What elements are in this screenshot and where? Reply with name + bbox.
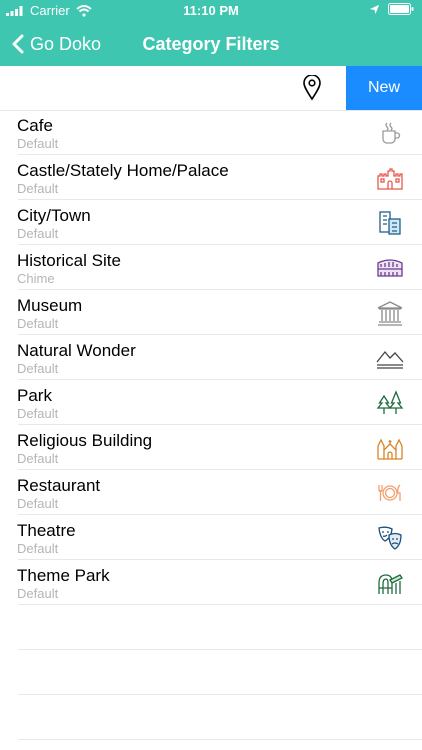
category-sound: Default bbox=[17, 361, 59, 376]
colosseum-icon bbox=[377, 259, 403, 277]
category-sound: Default bbox=[17, 541, 59, 556]
category-name: Theme Park bbox=[17, 566, 110, 585]
category-row-cafe[interactable]: Cafe Default bbox=[17, 110, 422, 155]
category-row-castle[interactable]: Castle/Stately Home/Palace Default bbox=[17, 155, 422, 200]
category-name: Theatre bbox=[17, 521, 76, 540]
category-name: Park bbox=[17, 386, 52, 405]
rollercoaster-icon bbox=[378, 574, 403, 594]
category-name: Castle/Stately Home/Palace bbox=[17, 161, 229, 180]
empty-row bbox=[18, 605, 422, 650]
category-row-restaurant[interactable]: Restaurant Default bbox=[17, 470, 422, 515]
category-row-city[interactable]: City/Town Default bbox=[17, 200, 422, 245]
category-name: Religious Building bbox=[17, 431, 153, 450]
category-sound: Default bbox=[17, 496, 59, 511]
empty-row bbox=[18, 695, 422, 740]
plate-cutlery-icon bbox=[378, 484, 401, 501]
category-row-natural-wonder[interactable]: Natural Wonder Default bbox=[17, 335, 422, 380]
new-button[interactable]: New bbox=[346, 66, 422, 110]
theatre-masks-icon bbox=[378, 526, 402, 550]
coffee-cup-icon bbox=[382, 122, 401, 144]
category-name: Restaurant bbox=[17, 476, 101, 495]
category-name: Historical Site bbox=[17, 251, 121, 270]
museum-icon bbox=[377, 301, 403, 326]
category-sound: Default bbox=[17, 316, 59, 331]
map-pin-icon[interactable] bbox=[302, 75, 322, 101]
category-row-theatre[interactable]: Theatre Default bbox=[17, 515, 422, 560]
navigation-bar: Go Doko Category Filters bbox=[0, 22, 422, 66]
category-row-theme-park[interactable]: Theme Park Default bbox=[17, 560, 422, 605]
buildings-icon bbox=[379, 211, 401, 235]
trees-icon bbox=[376, 390, 404, 414]
category-row-historical-site[interactable]: Historical Site Chime bbox=[17, 245, 422, 290]
mountains-icon bbox=[376, 350, 404, 369]
category-name: Natural Wonder bbox=[17, 341, 136, 360]
battery-icon bbox=[388, 3, 414, 15]
category-sound: Chime bbox=[17, 271, 55, 286]
category-row-park[interactable]: Park Default bbox=[17, 380, 422, 425]
category-row-museum[interactable]: Museum Default bbox=[17, 290, 422, 335]
category-sound: Default bbox=[17, 136, 59, 151]
category-sound: Default bbox=[17, 451, 59, 466]
top-bar: Carrier 11:10 PM Go Doko Category Filter… bbox=[0, 0, 422, 66]
location-arrow-icon bbox=[369, 4, 380, 14]
toolbar: New bbox=[0, 66, 422, 111]
category-name: City/Town bbox=[17, 206, 91, 225]
status-bar: Carrier 11:10 PM bbox=[0, 0, 422, 22]
category-sound: Default bbox=[17, 181, 59, 196]
category-row-religious-building[interactable]: Religious Building Default bbox=[17, 425, 422, 470]
category-sound: Default bbox=[17, 226, 59, 241]
category-list: Cafe Default Castle/Stately Home/Palace … bbox=[0, 110, 422, 740]
status-time: 11:10 PM bbox=[183, 3, 239, 18]
castle-icon bbox=[377, 168, 403, 190]
category-sound: Default bbox=[17, 586, 59, 601]
empty-row bbox=[18, 650, 422, 695]
page-title: Category Filters bbox=[142, 34, 280, 54]
cathedral-icon bbox=[377, 438, 403, 460]
category-sound: Default bbox=[17, 406, 59, 421]
category-name: Museum bbox=[17, 296, 83, 315]
category-name: Cafe bbox=[17, 116, 53, 135]
